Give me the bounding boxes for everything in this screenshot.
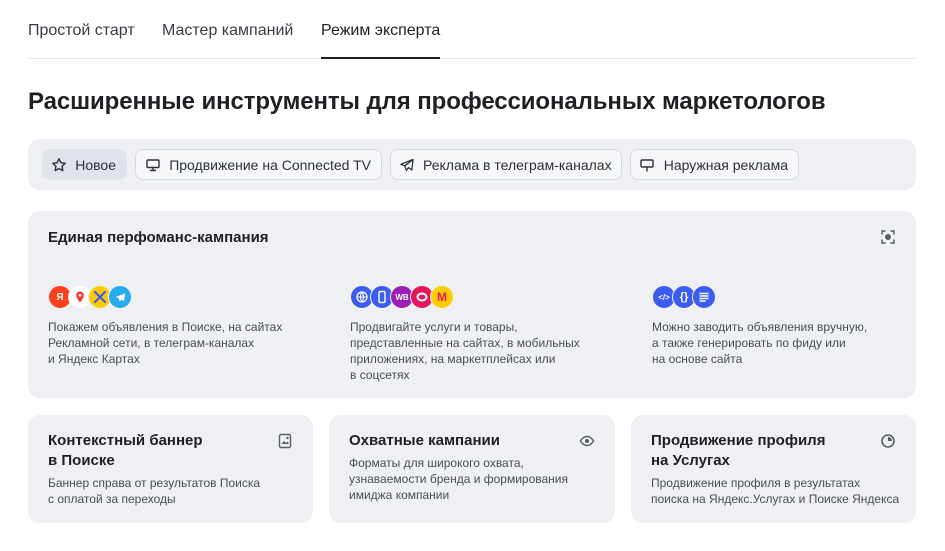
star-icon bbox=[51, 156, 67, 174]
chip-label: Продвижение на Connected TV bbox=[169, 156, 371, 173]
eye-icon bbox=[579, 433, 595, 449]
feature-description: Можно заводить объявления вручную, а так… bbox=[652, 320, 868, 366]
context-banner-card[interactable]: Контекстный баннер в Поиске Баннер справ… bbox=[28, 415, 313, 523]
paper-plane-icon bbox=[399, 156, 415, 174]
chip-new[interactable]: Новое bbox=[42, 149, 127, 180]
card-description: Форматы для широкого охвата, узнаваемост… bbox=[349, 456, 569, 502]
chip-connected-tv[interactable]: Продвижение на Connected TV bbox=[135, 149, 382, 180]
placement-icons: Я bbox=[48, 285, 298, 309]
card-title: Охватные кампании bbox=[349, 432, 500, 449]
telegram-icon bbox=[108, 285, 132, 309]
chip-telegram-ads[interactable]: Реклама в телеграм-каналах bbox=[390, 149, 622, 180]
target-icon bbox=[880, 229, 896, 245]
services-icon bbox=[880, 433, 896, 449]
card-title: Контекстный баннер в Поиске bbox=[48, 432, 203, 469]
document-icon bbox=[692, 285, 716, 309]
generation-icons: </> {} bbox=[652, 285, 902, 309]
tab-simple-start[interactable]: Простой старт bbox=[28, 22, 135, 40]
card-title: Продвижение профиля на Услугах bbox=[651, 432, 826, 469]
chip-label: Новое bbox=[75, 156, 116, 173]
card-description: Продвижение профиля в результатах поиска… bbox=[651, 476, 900, 506]
chip-label: Реклама в телеграм-каналах bbox=[423, 156, 612, 173]
feature-description: Продвигайте услуги и товары, представлен… bbox=[350, 320, 580, 382]
performance-campaign-card[interactable]: Единая перфоманс-кампания Я Покажем объя… bbox=[28, 211, 916, 398]
services-profile-card[interactable]: Продвижение профиля на Услугах Продвижен… bbox=[631, 415, 916, 523]
chip-label: Наружная реклама bbox=[663, 156, 788, 173]
feature-placements: Я Покажем объявления в Поиске, на сайтах… bbox=[48, 285, 298, 367]
chip-outdoor-ads[interactable]: Наружная реклама bbox=[630, 149, 799, 180]
card-title: Единая перфоманс-кампания bbox=[48, 229, 269, 246]
reach-campaigns-card[interactable]: Охватные кампании Форматы для широкого о… bbox=[329, 415, 615, 523]
platform-icons: WB M bbox=[350, 285, 600, 309]
tab-expert-mode[interactable]: Режим эксперта bbox=[321, 22, 441, 59]
feature-description: Покажем объявления в Поиске, на сайтах Р… bbox=[48, 320, 283, 366]
image-icon bbox=[277, 433, 293, 449]
filter-chips-bar: Новое Продвижение на Connected TV Реклам… bbox=[28, 139, 916, 190]
billboard-icon bbox=[639, 156, 656, 174]
tab-campaign-master[interactable]: Мастер кампаний bbox=[162, 22, 293, 40]
page-title: Расширенные инструменты для профессионал… bbox=[28, 88, 826, 115]
monitor-icon bbox=[144, 156, 161, 174]
market-icon: M bbox=[430, 285, 454, 309]
feature-promotion: WB M Продвигайте услуги и товары, предст… bbox=[350, 285, 600, 383]
mode-tabs: Простой старт Мастер кампаний Режим эксп… bbox=[28, 0, 916, 59]
card-description: Баннер справа от результатов Поиска с оп… bbox=[48, 476, 261, 506]
feature-ad-generation: </> {} Можно заводить объявления вручную… bbox=[652, 285, 902, 367]
